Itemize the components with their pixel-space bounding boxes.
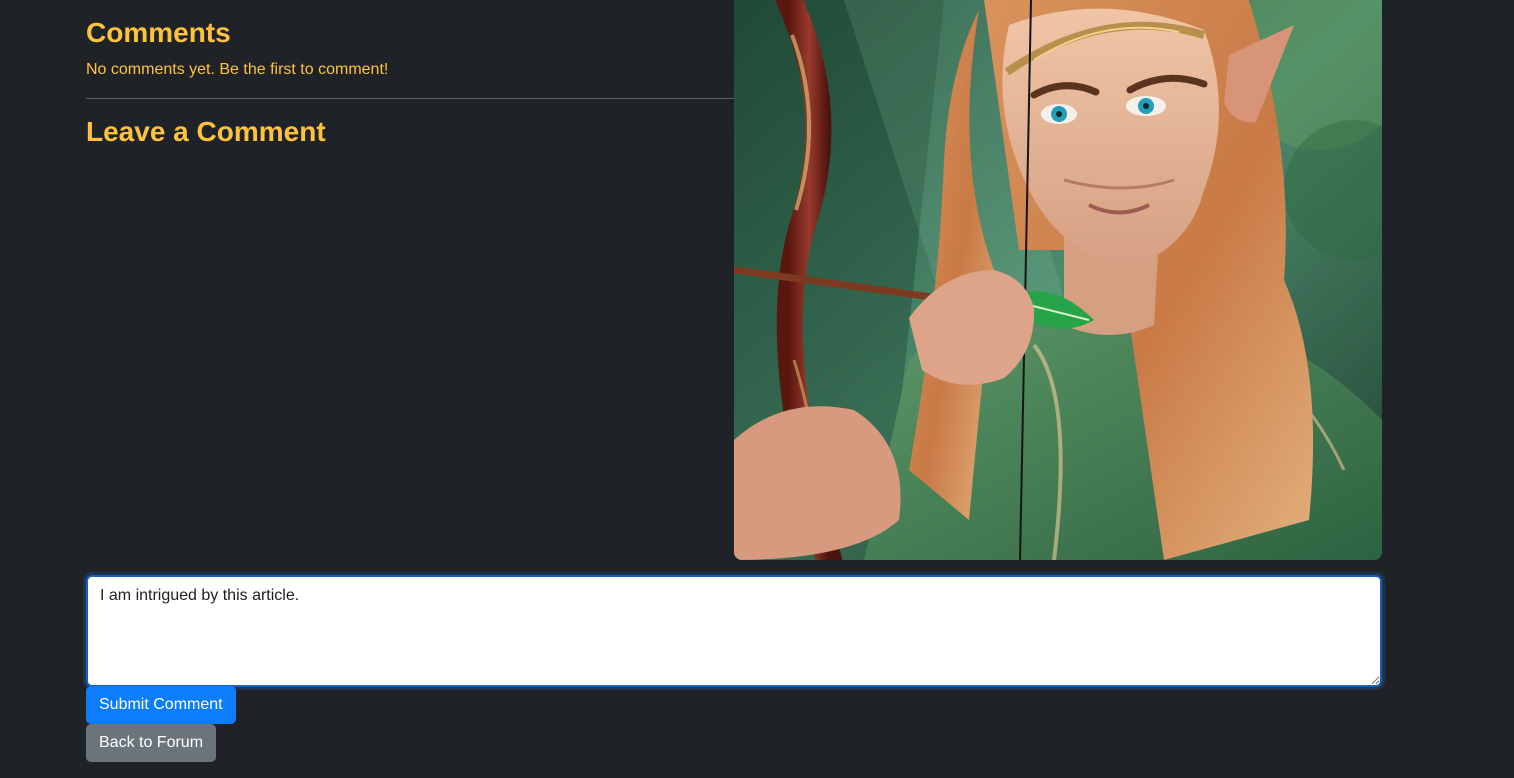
- back-to-forum-button[interactable]: Back to Forum: [86, 724, 217, 762]
- article-image: [734, 0, 1382, 560]
- elf-archer-illustration: [734, 0, 1382, 560]
- comments-divider: [86, 98, 734, 99]
- submit-comment-button[interactable]: Submit Comment: [86, 686, 236, 724]
- comment-textarea[interactable]: I am intrigued by this article.: [86, 575, 1382, 687]
- no-comments-message: No comments yet. Be the first to comment…: [86, 61, 389, 78]
- leave-comment-heading: Leave a Comment: [86, 116, 326, 147]
- comments-heading: Comments: [86, 17, 231, 48]
